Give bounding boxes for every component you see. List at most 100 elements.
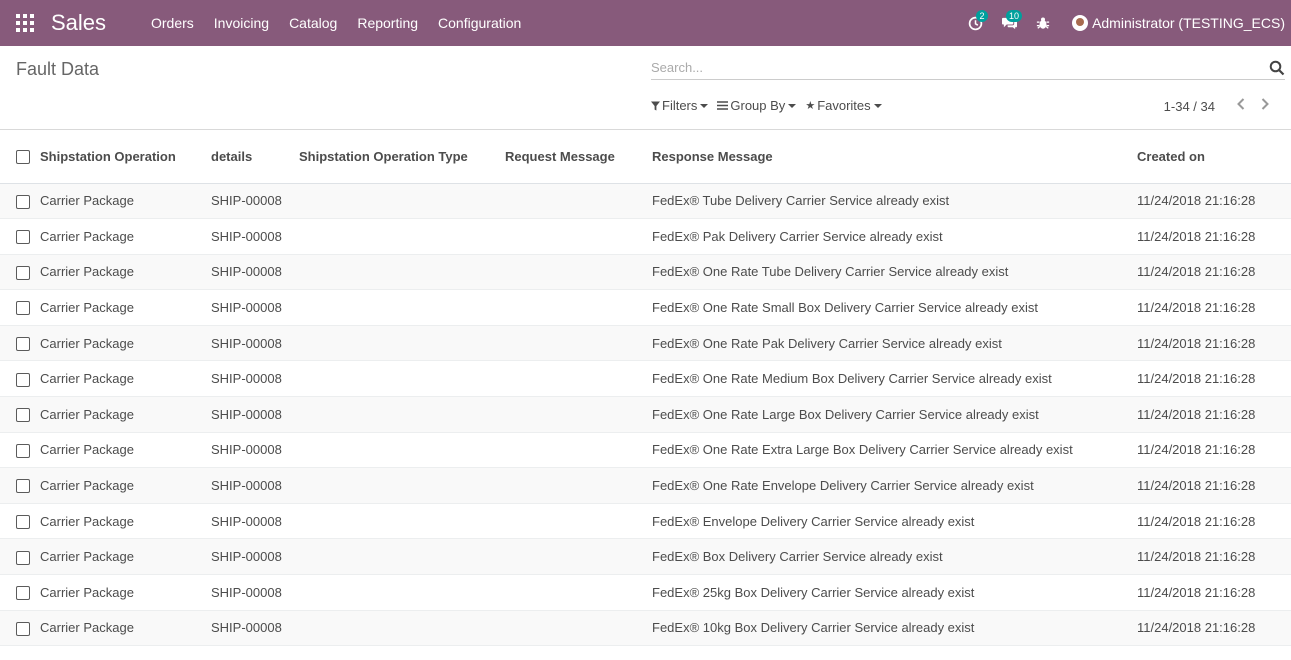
group-by-button[interactable]: Group By [717, 98, 797, 113]
cell-operation-type [299, 325, 505, 362]
cell-details: SHIP-00008 [211, 467, 299, 504]
cell-request-message [505, 254, 652, 291]
table-row[interactable]: Carrier Package SHIP-00008 FedEx® One Rate… [0, 254, 1291, 291]
cell-operation-type [299, 183, 505, 220]
cell-created-on: 11/24/2018 21:16:28 [1137, 254, 1291, 291]
cell-operation-type [299, 289, 505, 326]
pager-previous-button[interactable] [1229, 97, 1253, 115]
pager-next-button[interactable] [1253, 97, 1277, 115]
search-icon[interactable] [1269, 60, 1285, 76]
column-header-created-on[interactable]: Created on [1137, 130, 1291, 184]
cell-operation: Carrier Package [40, 325, 211, 362]
table-row[interactable]: Carrier Package SHIP-00008 FedEx® One Rate… [0, 432, 1291, 469]
table-row[interactable]: Carrier Package SHIP-00008 FedEx® Box Deli… [0, 538, 1291, 576]
cell-details: SHIP-00008 [211, 574, 299, 611]
search-input[interactable] [651, 56, 1251, 78]
table-row[interactable]: Carrier Package SHIP-00008 FedEx® One Rate… [0, 289, 1291, 326]
search-options: Filters Group By ★ Favorites [651, 98, 891, 113]
cell-response-message: FedEx® 25kg Box Delivery Carrier Service… [652, 574, 1137, 611]
cell-request-message [505, 183, 652, 220]
cell-details: SHIP-00008 [211, 538, 299, 576]
messages-button[interactable]: 10 [992, 0, 1026, 46]
table-row[interactable]: Carrier Package SHIP-00008 FedEx® One Rate… [0, 396, 1291, 433]
table-header-row: Shipstation Operation details Shipstatio… [0, 130, 1291, 184]
row-checkbox[interactable] [16, 265, 30, 280]
row-checkbox[interactable] [16, 194, 30, 209]
debug-button[interactable] [1026, 0, 1060, 46]
app-brand[interactable]: Sales [51, 10, 106, 36]
row-checkbox[interactable] [16, 372, 30, 387]
menu-invoicing[interactable]: Invoicing [204, 15, 279, 31]
cell-request-message [505, 503, 652, 540]
cell-response-message: FedEx® One Rate Tube Delivery Carrier Se… [652, 254, 1137, 291]
column-header-details[interactable]: details [211, 130, 299, 184]
cell-operation-type [299, 360, 505, 398]
favorites-button[interactable]: ★ Favorites [805, 98, 882, 113]
row-checkbox[interactable] [16, 479, 30, 494]
systray: 2 10 Administrator (TESTING_ECS) [958, 0, 1291, 46]
row-checkbox[interactable] [16, 443, 30, 458]
user-menu[interactable]: Administrator (TESTING_ECS) [1060, 15, 1291, 31]
menu-reporting[interactable]: Reporting [347, 15, 428, 31]
row-checkbox[interactable] [16, 230, 30, 245]
apps-menu-icon[interactable] [16, 14, 34, 32]
filters-button[interactable]: Filters [651, 98, 709, 113]
chevron-left-icon [1237, 98, 1245, 110]
select-all-checkbox[interactable] [16, 150, 30, 165]
table-row[interactable]: Carrier Package SHIP-00008 FedEx® Pak Deli… [0, 218, 1291, 255]
activity-button[interactable]: 2 [958, 0, 992, 46]
table-row[interactable]: Carrier Package SHIP-00008 FedEx® One Rate… [0, 325, 1291, 362]
menu-configuration[interactable]: Configuration [428, 15, 531, 31]
table-row[interactable]: Carrier Package SHIP-00008 FedEx® 10kg Box… [0, 610, 1291, 647]
table-row[interactable]: Carrier Package SHIP-00008 FedEx® Tube Del… [0, 183, 1291, 220]
row-checkbox[interactable] [16, 586, 30, 601]
cell-created-on: 11/24/2018 21:16:28 [1137, 432, 1291, 469]
row-select-cell [0, 360, 40, 398]
cell-created-on: 11/24/2018 21:16:28 [1137, 325, 1291, 362]
pager-value[interactable]: 1-34 / 34 [1164, 99, 1215, 114]
cell-created-on: 11/24/2018 21:16:28 [1137, 574, 1291, 611]
bars-icon [717, 101, 729, 110]
cell-created-on: 11/24/2018 21:16:28 [1137, 396, 1291, 433]
cell-details: SHIP-00008 [211, 432, 299, 469]
menu-orders[interactable]: Orders [141, 15, 204, 31]
cell-created-on: 11/24/2018 21:16:28 [1137, 467, 1291, 504]
cell-request-message [505, 574, 652, 611]
cell-created-on: 11/24/2018 21:16:28 [1137, 183, 1291, 220]
cell-operation: Carrier Package [40, 396, 211, 433]
cell-operation: Carrier Package [40, 503, 211, 540]
cell-created-on: 11/24/2018 21:16:28 [1137, 538, 1291, 576]
column-header-response-message[interactable]: Response Message [652, 130, 1137, 184]
table-row[interactable]: Carrier Package SHIP-00008 FedEx® 25kg Box… [0, 574, 1291, 611]
cell-request-message [505, 289, 652, 326]
cell-request-message [505, 432, 652, 469]
cell-details: SHIP-00008 [211, 254, 299, 291]
table-row[interactable]: Carrier Package SHIP-00008 FedEx® One Rate… [0, 467, 1291, 504]
cell-response-message: FedEx® One Rate Large Box Delivery Carri… [652, 396, 1137, 433]
row-checkbox[interactable] [16, 301, 30, 316]
row-checkbox[interactable] [16, 514, 30, 529]
avatar [1072, 15, 1089, 31]
cell-request-message [505, 396, 652, 433]
table-row[interactable]: Carrier Package SHIP-00008 FedEx® One Rate… [0, 360, 1291, 398]
search-bar [651, 56, 1285, 80]
menu-catalog[interactable]: Catalog [279, 15, 347, 31]
row-checkbox[interactable] [16, 408, 30, 423]
cell-operation: Carrier Package [40, 360, 211, 398]
cell-details: SHIP-00008 [211, 183, 299, 220]
cell-response-message: FedEx® 10kg Box Delivery Carrier Service… [652, 610, 1137, 647]
column-header-operation-type[interactable]: Shipstation Operation Type [299, 130, 505, 184]
column-header-operation[interactable]: Shipstation Operation [40, 130, 211, 184]
row-checkbox[interactable] [16, 336, 30, 351]
favorites-label: Favorites [817, 98, 871, 113]
row-checkbox[interactable] [16, 550, 30, 565]
table-row[interactable]: Carrier Package SHIP-00008 FedEx® Envelope… [0, 503, 1291, 540]
star-icon: ★ [805, 100, 816, 112]
control-panel: Fault Data Filters Group By ★ Favorites … [0, 46, 1291, 130]
cell-created-on: 11/24/2018 21:16:28 [1137, 360, 1291, 398]
column-header-request-message[interactable]: Request Message [505, 130, 652, 184]
cell-operation: Carrier Package [40, 254, 211, 291]
bug-icon [1036, 17, 1050, 29]
row-checkbox[interactable] [16, 621, 30, 636]
cell-response-message: FedEx® Box Delivery Carrier Service alre… [652, 538, 1137, 576]
